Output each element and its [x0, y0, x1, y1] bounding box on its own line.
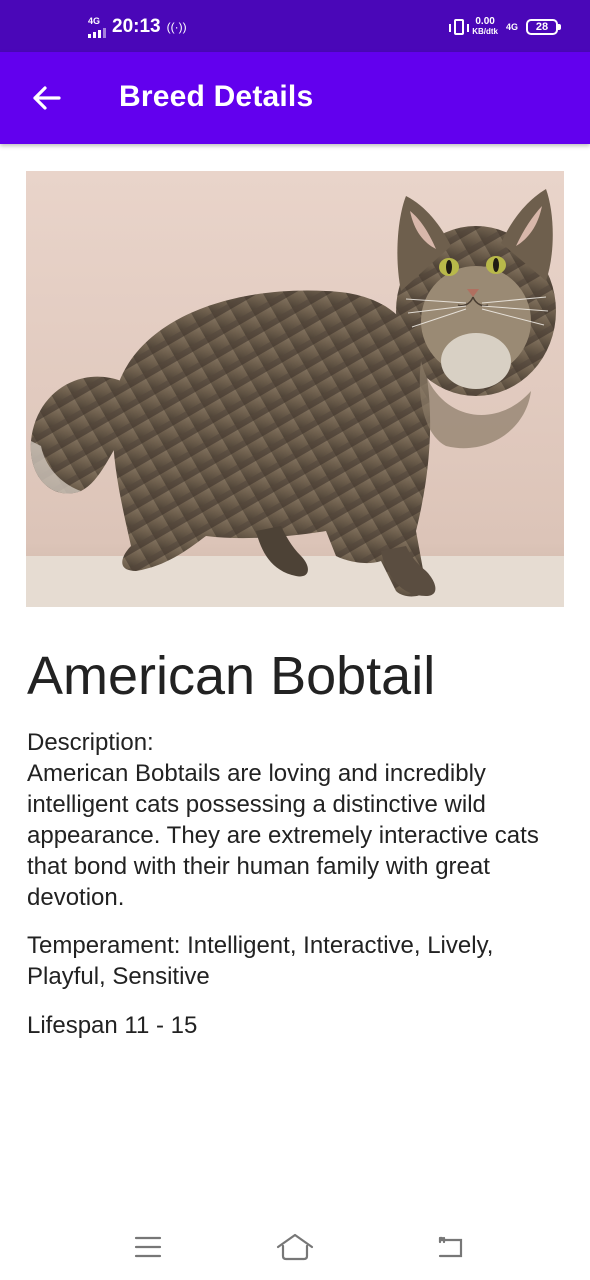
hotspot-icon: ((·)) [166, 20, 187, 34]
home-icon [276, 1233, 314, 1261]
temperament-label: Temperament: [27, 932, 181, 959]
menu-button[interactable] [128, 1230, 168, 1264]
description-text: American Bobtails are loving and incredi… [27, 760, 539, 911]
lifespan-value: 11 - 15 [124, 1012, 198, 1039]
description-section: Description: American Bobtails are lovin… [27, 727, 567, 913]
menu-icon [134, 1236, 162, 1258]
status-right: 0.00 KB/dtk 4G 28 [449, 16, 561, 38]
breed-name: American Bobtail [27, 646, 436, 706]
status-left: 4G 20:13 ((·)) [88, 16, 187, 38]
speed-value: 0.00 [475, 16, 495, 27]
app-bar: Breed Details [0, 52, 590, 144]
back-button[interactable] [24, 78, 68, 118]
home-button[interactable] [275, 1230, 315, 1264]
temperament-section: Temperament: Intelligent, Interactive, L… [27, 930, 567, 992]
back-icon [438, 1236, 463, 1258]
battery-icon: 28 [526, 19, 561, 35]
signal-icon: 4G [88, 15, 106, 38]
battery-level: 28 [535, 21, 549, 33]
description-label: Description: [27, 729, 154, 756]
cat-photo [26, 171, 564, 607]
speed-unit: KB/dtk [472, 27, 498, 36]
status-bar: 4G 20:13 ((·)) 0.00 KB/dtk 4G 28 [0, 0, 590, 52]
lifespan-section: Lifespan 11 - 15 [27, 1010, 567, 1041]
back-nav-button[interactable] [430, 1230, 470, 1264]
page-title: Breed Details [119, 80, 314, 113]
network-speed: 0.00 KB/dtk [472, 17, 498, 37]
vibrate-icon [449, 19, 470, 35]
arrow-left-icon [33, 86, 61, 110]
breed-image [26, 171, 564, 607]
system-nav-bar [0, 1210, 590, 1280]
clock: 20:13 [112, 16, 161, 37]
network-type: 4G [88, 15, 101, 26]
lifespan-label: Lifespan [27, 1012, 118, 1039]
network-type-right: 4G [505, 21, 518, 32]
